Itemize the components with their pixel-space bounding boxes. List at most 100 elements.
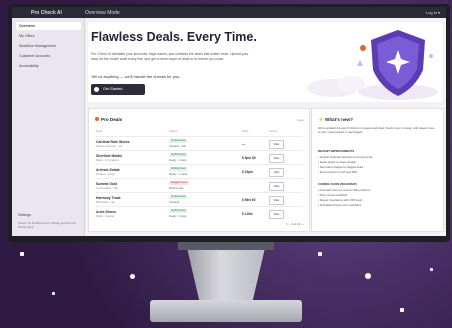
hero-illustration xyxy=(307,30,438,100)
get-started-label: Get Started xyxy=(103,87,123,91)
status-badge: Verified deal xyxy=(169,167,188,171)
deal-subtitle: Property · listing xyxy=(96,173,115,176)
improvement-item: • Smarter duplicate detection across acc… xyxy=(318,156,373,159)
confetti-dot xyxy=(430,268,433,271)
improvement-item: • Export reports to CSV and PDF xyxy=(318,171,358,174)
sidebar-legal-text: Version 1.0 ProCheck AI Inc. Privacy and… xyxy=(18,222,76,229)
deal-name: Aries Stores xyxy=(96,210,116,214)
section-heading: COMING SOON (ROADMAP) xyxy=(318,182,357,186)
accent-dot xyxy=(429,54,433,58)
deals-dot-icon xyxy=(95,117,99,121)
roadmap-item: • Scheduled checks and email alerts xyxy=(318,204,362,207)
column-header: Action xyxy=(269,129,278,133)
view-deal-button[interactable]: View xyxy=(269,182,284,191)
section-heading: RECENT IMPROVEMENTS xyxy=(318,149,355,153)
deal-price: $ 98m 60 xyxy=(242,198,256,202)
hero-banner: Flawless Deals. Every Time. Pro Check AI… xyxy=(88,22,442,102)
improvement-item: • Faster audits on large uploads xyxy=(318,161,356,164)
play-icon xyxy=(94,87,99,92)
view-deal-button[interactable]: View xyxy=(269,140,284,149)
status-badge: Verified deal xyxy=(169,195,188,199)
sidebar-item-accessibility[interactable]: Accessibility xyxy=(16,62,81,70)
deal-note: Ready · 2 days xyxy=(169,159,187,162)
deal-subtitle: Commodities · trial xyxy=(96,187,118,190)
accent-dot xyxy=(360,45,366,51)
app-title: Pro Check AI xyxy=(31,10,62,16)
table-row[interactable]: Aries Stores Retail · renewal Verified dea… xyxy=(95,206,303,221)
confetti-dot xyxy=(130,274,135,279)
sidebar-item-workflow[interactable]: Workflow Management xyxy=(16,42,81,50)
deal-note: Checked · 24h xyxy=(169,145,186,148)
sidebar-item-overview[interactable]: Overview xyxy=(16,22,81,30)
view-deal-button[interactable]: View xyxy=(269,168,284,177)
deal-note: Checked xyxy=(169,201,180,204)
sidebar: Overview My Offers Workflow Management C… xyxy=(12,18,85,236)
hero-prompt: Tell us anything — we'll handle the chec… xyxy=(91,74,181,79)
app-screen: Pro Check AI Overview Mode Log in ▾ Over… xyxy=(12,7,446,236)
status-badge: Flagged issue xyxy=(169,181,190,185)
table-row[interactable]: Arrivals Estate Property · listing Verifie… xyxy=(95,164,303,179)
column-header: Deal xyxy=(96,129,102,133)
confetti-dot xyxy=(52,292,55,295)
deal-subtitle: Wholesale · new xyxy=(96,201,116,204)
login-menu[interactable]: Log in ▾ xyxy=(426,10,440,15)
confetti-dot xyxy=(20,252,24,256)
hero-description: Pro Check AI validates your accounts, fl… xyxy=(91,52,249,61)
accent-triangle xyxy=(357,60,363,66)
deals-more-link[interactable]: more xyxy=(297,118,304,122)
table-row[interactable]: Harmony Trade Wholesale · new Verified dea… xyxy=(95,192,303,207)
hero-title: Flawless Deals. Every Time. xyxy=(91,30,257,44)
get-started-button[interactable]: Get Started xyxy=(91,84,145,95)
deal-note: Ready · 3 days xyxy=(169,215,187,218)
deals-table-header: Deal Status Price Action xyxy=(95,129,303,135)
monitor-stand-shadow xyxy=(178,242,274,250)
deal-subtitle: Retail · renewal xyxy=(96,215,115,218)
whats-new-title: ⚡ What's new? xyxy=(318,117,353,123)
deal-name: Cardinal Rare Stores xyxy=(96,140,130,144)
view-deal-button[interactable]: View xyxy=(269,196,284,205)
deal-name: Summit Gold xyxy=(96,182,118,186)
deal-name: Sherfield Mobile xyxy=(96,154,123,158)
deal-price: $ 119m xyxy=(242,212,253,216)
deal-name: Harmony Trade xyxy=(96,196,121,200)
view-deal-button[interactable]: View xyxy=(269,154,284,163)
status-badge: Verified deal xyxy=(169,139,188,143)
confetti-dot xyxy=(400,308,404,312)
view-deal-button[interactable]: View xyxy=(269,210,284,219)
deal-price: $ 19pm xyxy=(242,170,253,174)
confetti-dot xyxy=(318,252,322,256)
table-row[interactable]: Cardinal Rare Stores Premium account · Q3… xyxy=(95,136,303,151)
deal-name: Arrivals Estate xyxy=(96,168,120,172)
whats-new-panel: ⚡ What's new? We've updated the way ProC… xyxy=(311,108,444,232)
top-menu-item[interactable]: Overview Mode xyxy=(85,10,120,16)
deal-note: Missing data xyxy=(169,187,184,190)
deal-price: — xyxy=(242,142,246,146)
sidebar-settings[interactable]: Settings xyxy=(18,213,31,217)
deal-subtitle: Retail · 12 locations xyxy=(96,159,119,162)
deals-title-text: Pro Deals xyxy=(101,117,123,122)
deal-subtitle: Premium account · Q3 xyxy=(96,145,122,148)
table-row[interactable]: Sherfield Mobile Retail · 12 locations Ver… xyxy=(95,150,303,165)
deals-pager[interactable]: 1 – 6 of 24 ‹ › xyxy=(286,222,304,226)
status-badge: Verified deal xyxy=(169,153,188,157)
deals-panel: Pro Deals more Deal Status Price Action … xyxy=(88,108,310,232)
table-row[interactable]: Summit Gold Commodities · trial Flagged is… xyxy=(95,178,303,193)
monitor-stand-base xyxy=(150,300,302,322)
improvement-item: • New status badges for flagged deals xyxy=(318,166,364,169)
status-badge: Verified deal xyxy=(169,209,188,213)
column-header: Status xyxy=(169,129,178,133)
sidebar-item-my-offers[interactable]: My Offers xyxy=(16,32,81,40)
sidebar-item-customer-accounts[interactable]: Customer Accounts xyxy=(16,52,81,60)
roadmap-item: • Deeper integrations with CRM tools xyxy=(318,199,362,202)
deal-note: Ready · 1 week xyxy=(169,173,188,176)
confetti-dot xyxy=(365,273,371,279)
roadmap-item: • Team review workflows xyxy=(318,194,348,197)
deal-price: $ 9pm $0 xyxy=(242,156,256,160)
bolt-icon: ⚡ xyxy=(318,117,324,122)
cloud-icon xyxy=(337,76,365,92)
top-bar: Pro Check AI Overview Mode Log in ▾ xyxy=(12,7,446,18)
roadmap-item: • Automatic fixes for common data proble… xyxy=(318,189,371,192)
whats-new-intro: We've updated the way ProCheck AI review… xyxy=(318,127,435,134)
whats-new-title-text: What's new? xyxy=(325,117,353,122)
column-header: Price xyxy=(242,129,249,133)
